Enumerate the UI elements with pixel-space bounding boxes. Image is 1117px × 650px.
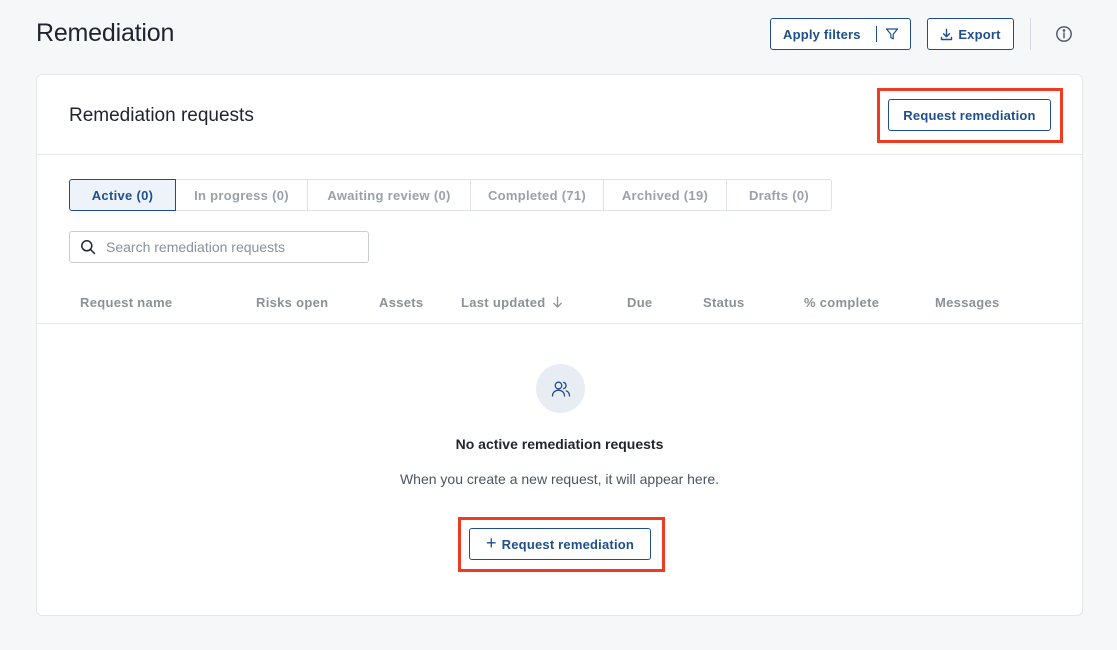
empty-state-title: No active remediation requests <box>455 436 664 452</box>
tab-drafts[interactable]: Drafts (0) <box>727 179 832 211</box>
tab-archived[interactable]: Archived (19) <box>604 179 727 211</box>
apply-filters-label: Apply filters <box>783 26 861 42</box>
tab-label: In progress (0) <box>194 187 289 203</box>
tab-completed[interactable]: Completed (71) <box>471 179 604 211</box>
tab-label: Completed (71) <box>487 187 587 203</box>
filter-icon <box>885 28 899 40</box>
apply-filters-button[interactable]: Apply filters <box>770 18 911 50</box>
tab-label: Active (0) <box>91 187 154 203</box>
search-box <box>69 231 369 263</box>
empty-state-icon-circle <box>536 364 585 413</box>
tab-label: Awaiting review (0) <box>327 187 451 203</box>
request-remediation-label: Request remediation <box>903 107 1036 123</box>
column-messages[interactable]: Messages <box>935 295 1000 310</box>
tab-label: Drafts (0) <box>748 187 810 203</box>
column-percent-complete[interactable]: % complete <box>804 295 879 310</box>
tab-label: Archived (19) <box>621 187 709 203</box>
export-label: Export <box>958 26 1001 42</box>
tab-in-progress[interactable]: In progress (0) <box>176 179 308 211</box>
column-status[interactable]: Status <box>703 295 745 310</box>
column-last-updated[interactable]: Last updated <box>461 295 563 310</box>
empty-state-subtitle: When you create a new request, it will a… <box>399 471 720 487</box>
info-icon[interactable] <box>1055 25 1073 43</box>
column-request-name[interactable]: Request name <box>80 295 172 310</box>
arrow-down-icon <box>552 296 562 308</box>
empty-state-request-remediation-button[interactable]: + Request remediation <box>469 528 651 560</box>
column-due[interactable]: Due <box>627 295 652 310</box>
search-input[interactable] <box>106 239 356 255</box>
button-separator <box>876 26 877 42</box>
card-header: Remediation requests Request remediation <box>37 75 1082 155</box>
users-icon <box>551 381 570 397</box>
page-title: Remediation <box>36 19 175 47</box>
status-tabs: Active (0) In progress (0) Awaiting revi… <box>69 179 832 211</box>
empty-state-button-label: Request remediation <box>501 536 635 552</box>
column-assets[interactable]: Assets <box>379 295 423 310</box>
card-title: Remediation requests <box>69 105 254 126</box>
request-remediation-button[interactable]: Request remediation <box>888 99 1051 131</box>
remediation-requests-card: Remediation requests Request remediation… <box>36 74 1083 616</box>
tab-active[interactable]: Active (0) <box>69 179 176 211</box>
tab-awaiting-review[interactable]: Awaiting review (0) <box>308 179 471 211</box>
plus-icon: + <box>485 532 497 553</box>
search-icon <box>81 240 96 255</box>
header-divider <box>1030 18 1031 50</box>
export-button[interactable]: Export <box>927 18 1014 50</box>
column-risks-open[interactable]: Risks open <box>256 295 328 310</box>
download-icon <box>941 28 953 40</box>
table-header: Request name Risks open Assets Last upda… <box>37 285 1082 324</box>
column-last-updated-label: Last updated <box>461 295 546 310</box>
